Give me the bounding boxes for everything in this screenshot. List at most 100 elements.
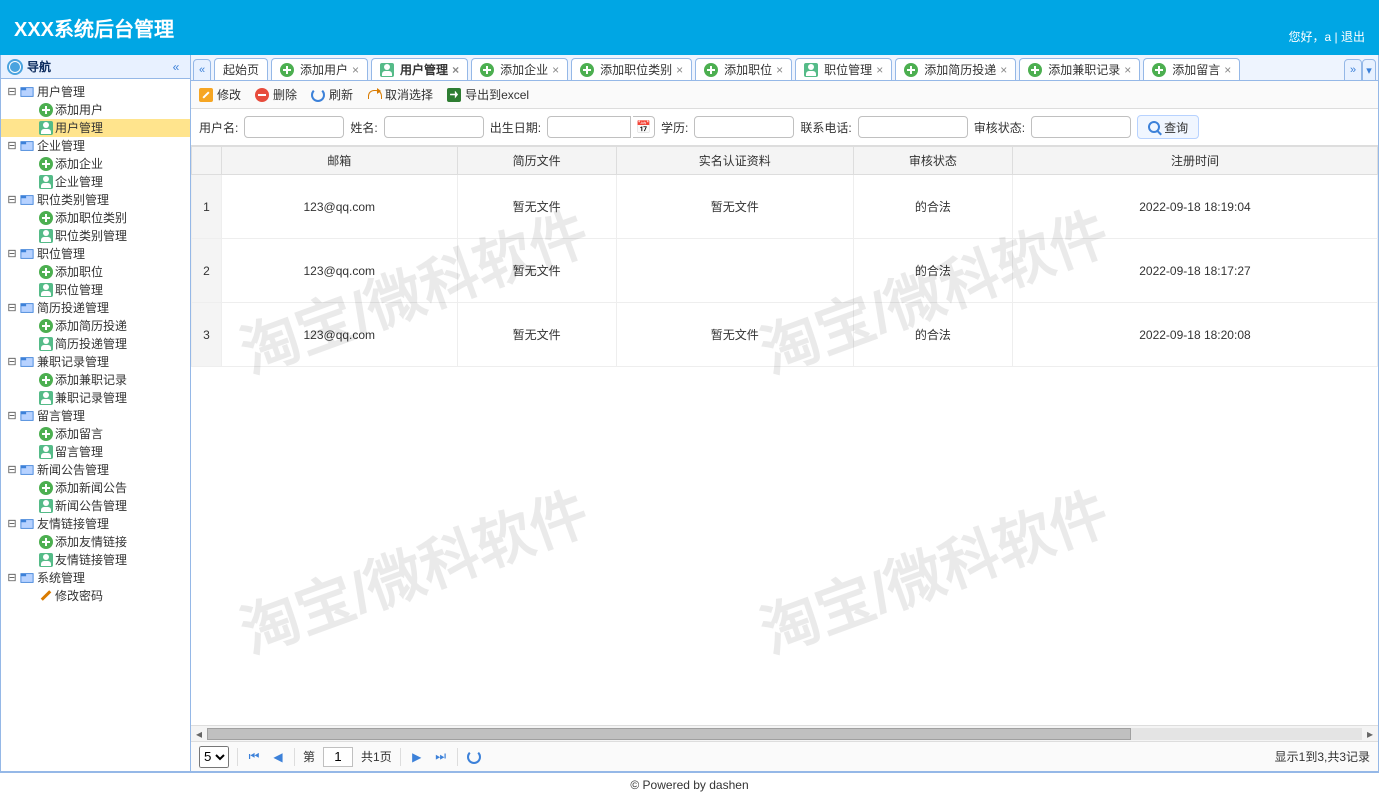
tree-leaf[interactable]: 友情链接管理 [1, 551, 190, 569]
expander-icon[interactable]: ⊟ [5, 407, 19, 425]
prev-page-button[interactable]: ◀ [270, 749, 286, 765]
tab[interactable]: 起始页 [214, 58, 268, 80]
expander-icon[interactable]: ⊟ [5, 191, 19, 209]
edu-input[interactable] [694, 116, 794, 138]
close-icon[interactable]: × [452, 63, 459, 77]
tree-group[interactable]: ⊟新闻公告管理 [1, 461, 190, 479]
tree-group[interactable]: ⊟企业管理 [1, 137, 190, 155]
tree-leaf[interactable]: 添加友情链接 [1, 533, 190, 551]
close-icon[interactable]: × [676, 63, 683, 77]
tab[interactable]: 用户管理× [371, 58, 468, 80]
tab[interactable]: 添加简历投递× [895, 58, 1016, 80]
column-header[interactable]: 注册时间 [1012, 147, 1377, 175]
tree-group[interactable]: ⊟用户管理 [1, 83, 190, 101]
birth-input[interactable] [547, 116, 631, 138]
add-icon [480, 63, 494, 77]
tree-leaf[interactable]: 新闻公告管理 [1, 497, 190, 515]
username-input[interactable] [244, 116, 344, 138]
tree-leaf[interactable]: 留言管理 [1, 443, 190, 461]
close-icon[interactable]: × [776, 63, 783, 77]
tree-leaf[interactable]: 添加职位类别 [1, 209, 190, 227]
page-number-input[interactable] [323, 747, 353, 767]
audit-input[interactable] [1031, 116, 1131, 138]
edit-button[interactable]: 修改 [199, 86, 241, 103]
last-page-button[interactable]: ⏭ [433, 749, 449, 765]
tree-group[interactable]: ⊟兼职记录管理 [1, 353, 190, 371]
tree-group[interactable]: ⊟系统管理 [1, 569, 190, 587]
first-page-button[interactable]: ⏮ [246, 749, 262, 765]
tree-group[interactable]: ⊟简历投递管理 [1, 299, 190, 317]
tree-leaf[interactable]: 用户管理 [1, 119, 190, 137]
tab[interactable]: 添加企业× [471, 58, 568, 80]
tab[interactable]: 添加职位类别× [571, 58, 692, 80]
tree-leaf-label: 添加留言 [55, 425, 103, 443]
expander-icon[interactable]: ⊟ [5, 515, 19, 533]
phone-input[interactable] [858, 116, 968, 138]
page-size-select[interactable]: 5 [199, 746, 229, 768]
scroll-left-icon[interactable]: ◂ [191, 727, 207, 741]
tree-leaf[interactable]: 修改密码 [1, 587, 190, 605]
refresh-button[interactable]: 刷新 [311, 86, 353, 103]
close-icon[interactable]: × [552, 63, 559, 77]
tree-leaf[interactable]: 简历投递管理 [1, 335, 190, 353]
column-header[interactable]: 实名认证资料 [616, 147, 853, 175]
tree-leaf[interactable]: 兼职记录管理 [1, 389, 190, 407]
tree-group[interactable]: ⊟职位管理 [1, 245, 190, 263]
pager-refresh-button[interactable] [466, 749, 482, 765]
next-page-button[interactable]: ▶ [409, 749, 425, 765]
tree-group[interactable]: ⊟友情链接管理 [1, 515, 190, 533]
add-icon [39, 373, 53, 387]
expander-icon[interactable]: ⊟ [5, 137, 19, 155]
close-icon[interactable]: × [1124, 63, 1131, 77]
expander-icon[interactable]: ⊟ [5, 461, 19, 479]
column-header[interactable]: 简历文件 [457, 147, 616, 175]
table-row[interactable]: 2123@qq.com暂无文件的合法2022-09-18 18:17:27 [192, 239, 1378, 303]
tab[interactable]: 添加兼职记录× [1019, 58, 1140, 80]
tab[interactable]: 添加职位× [695, 58, 792, 80]
tree-leaf[interactable]: 添加兼职记录 [1, 371, 190, 389]
expander-icon[interactable]: ⊟ [5, 245, 19, 263]
column-header[interactable]: 审核状态 [853, 147, 1012, 175]
expander-icon[interactable]: ⊟ [5, 83, 19, 101]
tree-leaf[interactable]: 添加简历投递 [1, 317, 190, 335]
tree-group[interactable]: ⊟职位类别管理 [1, 191, 190, 209]
tab[interactable]: 添加用户× [271, 58, 368, 80]
folder-icon [19, 408, 35, 424]
expander-icon[interactable]: ⊟ [5, 299, 19, 317]
tab[interactable]: 职位管理× [795, 58, 892, 80]
tree-leaf[interactable]: 添加企业 [1, 155, 190, 173]
table-row[interactable]: 1123@qq.com暂无文件暂无文件的合法2022-09-18 18:19:0… [192, 175, 1378, 239]
close-icon[interactable]: × [1000, 63, 1007, 77]
cell-auth [616, 239, 853, 303]
close-icon[interactable]: × [352, 63, 359, 77]
close-icon[interactable]: × [1224, 63, 1231, 77]
expander-icon[interactable]: ⊟ [5, 569, 19, 587]
scroll-right-icon[interactable]: ▸ [1362, 727, 1378, 741]
tree-leaf[interactable]: 企业管理 [1, 173, 190, 191]
search-button[interactable]: 查询 [1137, 115, 1199, 139]
tree-leaf[interactable]: 职位类别管理 [1, 227, 190, 245]
tree-leaf[interactable]: 添加留言 [1, 425, 190, 443]
tab-scroll-left[interactable]: « [193, 59, 211, 81]
close-icon[interactable]: × [876, 63, 883, 77]
tree-leaf-label: 用户管理 [55, 119, 103, 137]
tree-leaf[interactable]: 职位管理 [1, 281, 190, 299]
cancel-select-button[interactable]: 取消选择 [367, 86, 433, 103]
expander-icon[interactable]: ⊟ [5, 353, 19, 371]
tree-group[interactable]: ⊟留言管理 [1, 407, 190, 425]
calendar-icon[interactable]: 📅 [633, 116, 655, 138]
tree-leaf[interactable]: 添加职位 [1, 263, 190, 281]
tree-leaf[interactable]: 添加新闻公告 [1, 479, 190, 497]
horizontal-scrollbar[interactable]: ◂ ▸ [191, 725, 1378, 741]
tab-menu[interactable]: ▾ [1362, 59, 1376, 81]
sidebar-collapse-icon[interactable]: « [168, 59, 184, 75]
tab-scroll-right[interactable]: » [1344, 59, 1362, 81]
table-row[interactable]: 3123@qq.com暂无文件暂无文件的合法2022-09-18 18:20:0… [192, 303, 1378, 367]
delete-button[interactable]: 删除 [255, 86, 297, 103]
tree-leaf[interactable]: 添加用户 [1, 101, 190, 119]
logout-link[interactable]: 退出 [1341, 30, 1365, 44]
export-excel-button[interactable]: 导出到excel [447, 86, 529, 103]
realname-input[interactable] [384, 116, 484, 138]
column-header[interactable]: 邮箱 [222, 147, 458, 175]
tab[interactable]: 添加留言× [1143, 58, 1240, 80]
